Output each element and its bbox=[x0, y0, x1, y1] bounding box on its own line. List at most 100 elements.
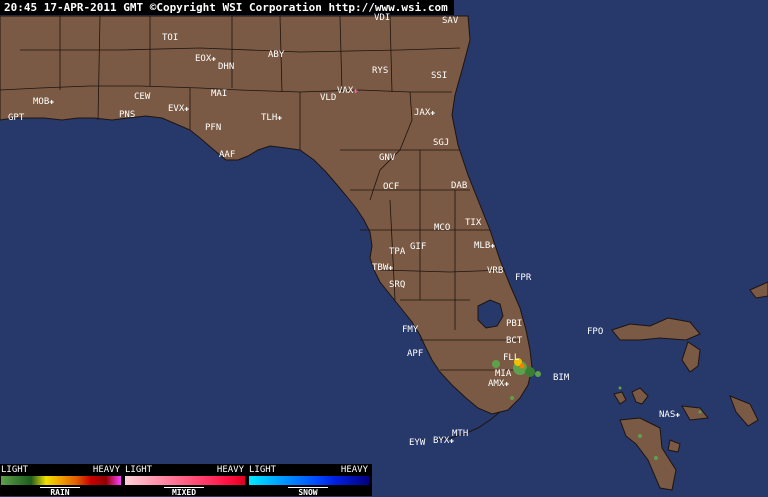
station-sav: SAV bbox=[442, 16, 458, 26]
legend-color-ramp bbox=[1, 476, 121, 485]
station-pfn: PFN bbox=[205, 123, 221, 133]
station-code: FPO bbox=[587, 327, 604, 337]
station-code: BIM bbox=[553, 373, 570, 383]
station-gpt: GPT bbox=[8, 113, 24, 123]
station-code: VAX bbox=[337, 86, 354, 96]
station-bct: BCT bbox=[506, 336, 522, 346]
station-mlb: MLB✚ bbox=[474, 241, 495, 251]
station-code: SAV bbox=[442, 16, 459, 26]
station-fpo: FPO bbox=[587, 327, 603, 337]
station-code: DHN bbox=[218, 62, 235, 72]
station-code: MOB bbox=[33, 97, 50, 107]
station-code: VDI bbox=[374, 13, 391, 23]
station-rys: RYS bbox=[372, 66, 388, 76]
station-gif: GIF bbox=[410, 242, 426, 252]
station-fpr: FPR bbox=[515, 273, 531, 283]
station-ocf: OCF bbox=[383, 182, 399, 192]
station-code: TLH bbox=[261, 113, 278, 123]
station-code: TBW bbox=[372, 263, 389, 273]
station-jax: JAX✚ bbox=[414, 108, 435, 118]
station-tlh: TLH✚ bbox=[261, 113, 282, 123]
station-marker-icon: ✚ bbox=[184, 104, 190, 113]
precip-legend: LIGHT HEAVY RAIN LIGHT HEAVY MIXED LIGHT HEAVY S… bbox=[0, 464, 372, 497]
station-code: CEW bbox=[134, 92, 151, 102]
station-code: MCO bbox=[434, 223, 451, 233]
station-cew: CEW bbox=[134, 92, 150, 102]
station-code: SGJ bbox=[433, 138, 450, 148]
station-aaf: AAF bbox=[219, 150, 235, 160]
station-code: MTH bbox=[452, 429, 469, 439]
station-mth: MTH bbox=[452, 429, 468, 439]
station-code: GNV bbox=[379, 153, 396, 163]
station-ssi: SSI bbox=[431, 71, 447, 81]
station-code: OCF bbox=[383, 182, 400, 192]
station-dab: DAB bbox=[451, 181, 467, 191]
station-code: TOI bbox=[162, 33, 179, 43]
station-amx: AMX✚ bbox=[488, 379, 509, 389]
legend-heavy-label: HEAVY bbox=[92, 465, 120, 475]
station-srq: SRQ bbox=[389, 280, 405, 290]
station-nas: NAS✚ bbox=[659, 410, 680, 420]
legend-mixed: LIGHT HEAVY MIXED bbox=[124, 464, 246, 497]
station-code: FMY bbox=[402, 325, 419, 335]
station-marker-icon: ✚ bbox=[353, 86, 359, 95]
station-vdi: VDI bbox=[374, 13, 390, 23]
station-evx: EVX✚ bbox=[168, 104, 189, 114]
station-marker-icon: ✚ bbox=[277, 113, 283, 122]
station-code: EVX bbox=[168, 104, 185, 114]
station-vax: VAX✚ bbox=[337, 86, 358, 96]
station-dhn: DHN bbox=[218, 62, 234, 72]
station-code: ABY bbox=[268, 50, 285, 60]
station-code: VRB bbox=[487, 266, 504, 276]
station-code: GPT bbox=[8, 113, 25, 123]
station-code: VLD bbox=[320, 93, 337, 103]
legend-color-ramp bbox=[249, 476, 369, 485]
station-code: PBI bbox=[506, 319, 523, 329]
station-marker-icon: ✚ bbox=[675, 410, 681, 419]
station-marker-icon: ✚ bbox=[430, 108, 436, 117]
station-byx: BYX✚ bbox=[433, 436, 454, 446]
station-code: RYS bbox=[372, 66, 389, 76]
station-tbw: TBW✚ bbox=[372, 263, 393, 273]
station-code: AMX bbox=[488, 379, 505, 389]
station-marker-icon: ✚ bbox=[490, 241, 496, 250]
station-code: GIF bbox=[410, 242, 427, 252]
station-code: MAI bbox=[211, 89, 228, 99]
station-eox: EOX✚ bbox=[195, 54, 216, 64]
station-code: FPR bbox=[515, 273, 532, 283]
station-bim: BIM bbox=[553, 373, 569, 383]
station-code: EOX bbox=[195, 54, 212, 64]
station-code: PNS bbox=[119, 110, 136, 120]
station-mco: MCO bbox=[434, 223, 450, 233]
station-apf: APF bbox=[407, 349, 423, 359]
station-code: TIX bbox=[465, 218, 482, 228]
legend-heavy-label: HEAVY bbox=[340, 465, 368, 475]
station-code: TPA bbox=[389, 247, 406, 257]
station-pns: PNS bbox=[119, 110, 135, 120]
station-mob: MOB✚ bbox=[33, 97, 54, 107]
station-code: SRQ bbox=[389, 280, 406, 290]
station-fmy: FMY bbox=[402, 325, 418, 335]
station-mia: MIA bbox=[495, 369, 511, 379]
station-pbi: PBI bbox=[506, 319, 522, 329]
station-code: MIA bbox=[495, 369, 512, 379]
station-toi: TOI bbox=[162, 33, 178, 43]
station-marker-icon: ✚ bbox=[388, 263, 394, 272]
station-code: EYW bbox=[409, 438, 426, 448]
station-tix: TIX bbox=[465, 218, 481, 228]
station-code: APF bbox=[407, 349, 424, 359]
station-marker-icon: ✚ bbox=[449, 436, 455, 445]
legend-heavy-label: HEAVY bbox=[216, 465, 244, 475]
station-code: BCT bbox=[506, 336, 523, 346]
station-tpa: TPA bbox=[389, 247, 405, 257]
station-code: DAB bbox=[451, 181, 468, 191]
legend-light-label: LIGHT bbox=[249, 465, 277, 475]
station-code: PFN bbox=[205, 123, 222, 133]
station-code: FLL bbox=[503, 353, 520, 363]
station-sgj: SGJ bbox=[433, 138, 449, 148]
legend-color-ramp bbox=[125, 476, 245, 485]
station-vrb: VRB bbox=[487, 266, 503, 276]
station-marker-icon: ✚ bbox=[211, 54, 217, 63]
station-vld: VLD bbox=[320, 93, 336, 103]
station-mai: MAI bbox=[211, 89, 227, 99]
